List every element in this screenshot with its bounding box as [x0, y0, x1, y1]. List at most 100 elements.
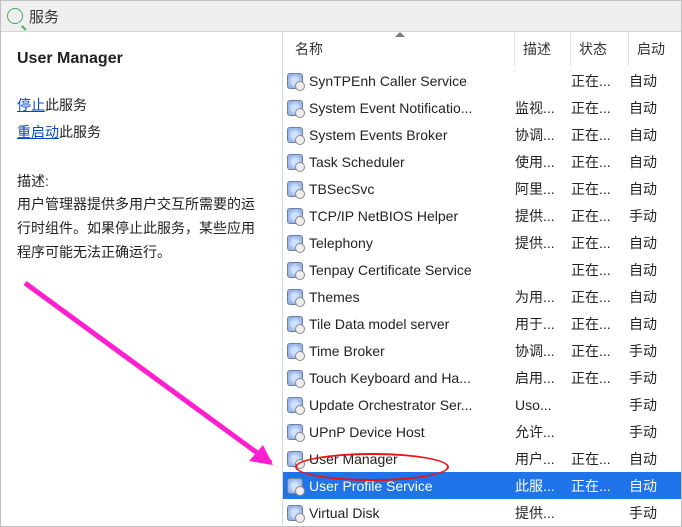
cell-desc: 用于...	[515, 314, 571, 334]
cell-desc: 提供...	[515, 206, 571, 226]
cell-name: User Manager	[309, 451, 515, 467]
cell-startup: 自动	[629, 287, 675, 307]
cell-status: 正在...	[571, 260, 629, 280]
cell-name: SynTPEnh Caller Service	[309, 73, 515, 89]
col-status[interactable]: 状态	[571, 32, 629, 66]
cell-startup: 自动	[629, 125, 675, 145]
cell-name: UPnP Device Host	[309, 424, 515, 440]
cell-startup: 手动	[629, 503, 675, 523]
cell-name: Tenpay Certificate Service	[309, 262, 515, 278]
table-row[interactable]: TBSecSvc阿里...正在...自动	[283, 175, 681, 202]
service-actions: 停止此服务 重启动此服务	[17, 92, 268, 145]
cell-name: TBSecSvc	[309, 181, 515, 197]
service-icon	[287, 181, 303, 197]
column-headers: 名称 描述 状态 启动	[283, 32, 681, 67]
cell-status: 正在...	[571, 233, 629, 253]
table-row[interactable]: Tenpay Certificate Service 正在...自动	[283, 256, 681, 283]
service-icon	[287, 235, 303, 251]
cell-startup: 自动	[629, 449, 675, 469]
cell-name: Time Broker	[309, 343, 515, 359]
table-row[interactable]: Time Broker协调...正在...手动	[283, 337, 681, 364]
service-list[interactable]: SynTPEnh Caller Service正在...自动System Eve…	[283, 67, 681, 526]
cell-name: User Profile Service	[309, 478, 515, 494]
cell-desc: 监视...	[515, 98, 571, 118]
cell-status: 正在...	[571, 206, 629, 226]
col-startup[interactable]: 启动	[629, 32, 675, 66]
cell-status: 正在...	[571, 341, 629, 361]
cell-startup: 自动	[629, 260, 675, 280]
cell-startup: 手动	[629, 341, 675, 361]
cell-status: 正在...	[571, 314, 629, 334]
cell-name: System Event Notificatio...	[309, 100, 515, 116]
cell-status: 正在...	[571, 125, 629, 145]
table-row[interactable]: User Manager用户...正在...自动	[283, 445, 681, 472]
table-row[interactable]: User Profile Service此服...正在...自动	[283, 472, 681, 499]
search-icon	[7, 8, 23, 24]
cell-status: 正在...	[571, 71, 629, 91]
table-row[interactable]: Touch Keyboard and Ha...启用...正在...手动	[283, 364, 681, 391]
cell-desc: 为用...	[515, 287, 571, 307]
cell-desc: 协调...	[515, 341, 571, 361]
service-icon	[287, 262, 303, 278]
details-pane: User Manager 停止此服务 重启动此服务 描述: 用户管理器提供多用户…	[1, 32, 283, 527]
cell-desc: 此服...	[515, 476, 571, 496]
service-icon	[287, 343, 303, 359]
table-row[interactable]: Telephony提供...正在...自动	[283, 229, 681, 256]
cell-status: 正在...	[571, 449, 629, 469]
toolbar: 服务	[1, 1, 681, 32]
table-row[interactable]: Themes为用...正在...自动	[283, 283, 681, 310]
cell-name: Update Orchestrator Ser...	[309, 397, 515, 413]
table-row[interactable]: SynTPEnh Caller Service正在...自动	[283, 67, 681, 94]
cell-desc: 协调...	[515, 125, 571, 145]
selected-service-title: User Manager	[17, 50, 268, 68]
table-row[interactable]: Update Orchestrator Ser...Uso...手动	[283, 391, 681, 418]
restart-suffix: 此服务	[59, 124, 101, 140]
cell-name: Virtual Disk	[309, 505, 515, 521]
cell-name: Themes	[309, 289, 515, 305]
table-row[interactable]: System Event Notificatio...监视...正在...自动	[283, 94, 681, 121]
service-icon	[287, 370, 303, 386]
service-icon	[287, 100, 303, 116]
table-row[interactable]: Tile Data model server用于...正在...自动	[283, 310, 681, 337]
stop-link[interactable]: 停止	[17, 97, 45, 113]
service-icon	[287, 505, 303, 521]
cell-startup: 自动	[629, 314, 675, 334]
service-icon	[287, 154, 303, 170]
description-text: 用户管理器提供多用户交互所需要的运行时组件。如果停止此服务，某些应用程序可能无法…	[17, 193, 268, 264]
restart-link[interactable]: 重启动	[17, 124, 59, 140]
cell-status: 正在...	[571, 476, 629, 496]
cell-startup: 自动	[629, 179, 675, 199]
content: User Manager 停止此服务 重启动此服务 描述: 用户管理器提供多用户…	[1, 32, 681, 527]
service-icon	[287, 208, 303, 224]
cell-startup: 自动	[629, 476, 675, 496]
cell-startup: 手动	[629, 422, 675, 442]
cell-startup: 自动	[629, 233, 675, 253]
table-row[interactable]: TCP/IP NetBIOS Helper提供...正在...手动	[283, 202, 681, 229]
table-row[interactable]: Task Scheduler使用...正在...自动	[283, 148, 681, 175]
cell-desc: 用户...	[515, 449, 571, 469]
table-row[interactable]: System Events Broker协调...正在...自动	[283, 121, 681, 148]
list-pane: 名称 描述 状态 启动 SynTPEnh Caller Service 正在...…	[283, 32, 681, 527]
col-name[interactable]: 名称	[287, 32, 515, 66]
description-header: 描述:	[17, 171, 268, 191]
cell-desc: 提供...	[515, 503, 571, 523]
cell-status: 正在...	[571, 179, 629, 199]
service-icon	[287, 397, 303, 413]
cell-status: 正在...	[571, 287, 629, 307]
sort-indicator-icon	[395, 32, 405, 37]
stop-suffix: 此服务	[45, 97, 87, 113]
service-icon	[287, 451, 303, 467]
col-desc[interactable]: 描述	[515, 32, 571, 66]
service-icon	[287, 289, 303, 305]
toolbar-title: 服务	[29, 6, 59, 27]
cell-desc: 提供...	[515, 233, 571, 253]
cell-desc: Uso...	[515, 397, 571, 413]
table-row[interactable]: UPnP Device Host允许...手动	[283, 418, 681, 445]
cell-name: Task Scheduler	[309, 154, 515, 170]
cell-status: 正在...	[571, 98, 629, 118]
cell-desc: 使用...	[515, 152, 571, 172]
table-row[interactable]: Virtual Disk提供... 手动	[283, 499, 681, 526]
service-icon	[287, 316, 303, 332]
cell-desc: 启用...	[515, 368, 571, 388]
cell-name: Touch Keyboard and Ha...	[309, 370, 515, 386]
